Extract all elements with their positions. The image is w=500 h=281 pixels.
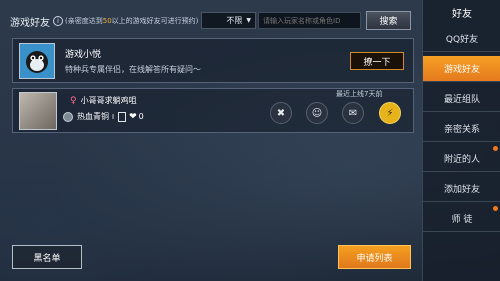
sidebar-title: 好友 xyxy=(452,8,472,20)
last-login: 最近上线7天前 xyxy=(336,90,383,98)
rank-tier: I xyxy=(112,112,115,121)
rank-badge-icon xyxy=(63,111,73,122)
header-bar: 游戏好友 i (亲密度达到50以上的游戏好友可进行预约) 不限 ▼ 搜索 xyxy=(0,8,415,34)
voice-button[interactable]: ☺ xyxy=(306,102,328,124)
intimacy-icon xyxy=(118,111,127,122)
info-icon[interactable]: i xyxy=(53,16,63,26)
heart-icon: ❤ xyxy=(129,111,137,122)
bot-description: 特种兵专属伴侣，在线解答所有疑问～ xyxy=(65,65,201,74)
friend-avatar[interactable] xyxy=(19,92,57,130)
gift-button[interactable]: ⚡ xyxy=(379,102,401,124)
message-button[interactable]: ✉ xyxy=(342,102,364,124)
blacklist-button[interactable]: 黑名单 xyxy=(12,245,82,269)
notification-dot xyxy=(493,146,498,151)
page-title: 游戏好友 xyxy=(10,17,50,29)
penguin-icon xyxy=(26,51,48,73)
rank-label: 热血青铜 xyxy=(77,112,109,121)
sidebar-item-recent-team[interactable]: 最近组队 xyxy=(423,86,500,112)
sidebar: 好友 QQ好友 游戏好友 最近组队 亲密关系 附近的人 添加好友 师 徒 xyxy=(422,0,500,281)
sidebar-item-game-friends[interactable]: 游戏好友 xyxy=(423,56,500,82)
requests-button[interactable]: 申请列表 xyxy=(338,245,411,269)
bot-avatar xyxy=(19,43,55,79)
sidebar-item-nearby[interactable]: 附近的人 xyxy=(423,146,500,172)
search-input[interactable] xyxy=(258,12,361,29)
filter-value: 不限 xyxy=(226,16,243,25)
intimacy-note: (亲密度达到50以上的游戏好友可进行预约) xyxy=(65,17,199,25)
sidebar-item-qq-friends[interactable]: QQ好友 xyxy=(423,26,500,52)
friend-name-line: ♀ 小哥哥求躺鸡咀 xyxy=(70,95,137,106)
lightning-icon: ⚡ xyxy=(386,107,394,119)
notification-dot xyxy=(493,206,498,211)
remove-friend-button[interactable]: ✖ xyxy=(270,102,292,124)
female-gender-icon: ♀ xyxy=(70,95,77,106)
bot-row[interactable]: 游戏小悦 特种兵专属伴侣，在线解答所有疑问～ 撩一下 xyxy=(12,38,414,83)
user-voice-icon: ☺ xyxy=(311,107,323,119)
friend-name: 小哥哥求躺鸡咀 xyxy=(80,96,137,105)
sidebar-item-add-friend[interactable]: 添加好友 xyxy=(423,176,500,202)
rank-line: 热血青铜 I ❤ 0 xyxy=(63,111,144,122)
bot-name: 游戏小悦 xyxy=(65,50,102,60)
remove-user-icon: ✖ xyxy=(276,107,286,119)
sidebar-item-mentor[interactable]: 师 徒 xyxy=(423,206,500,232)
chat-bubble-icon: ✉ xyxy=(348,107,358,119)
chat-button[interactable]: 撩一下 xyxy=(350,52,404,70)
dropdown-caret-icon: ▼ xyxy=(246,17,251,24)
filter-select[interactable]: 不限 ▼ xyxy=(201,12,256,29)
like-count: 0 xyxy=(138,112,144,121)
friend-row[interactable]: ♀ 小哥哥求躺鸡咀 热血青铜 I ❤ 0 最近上线7天前 ✖ ☺ ✉ ⚡ xyxy=(12,88,414,133)
sidebar-item-close-relations[interactable]: 亲密关系 xyxy=(423,116,500,142)
search-button[interactable]: 搜索 xyxy=(366,11,411,30)
